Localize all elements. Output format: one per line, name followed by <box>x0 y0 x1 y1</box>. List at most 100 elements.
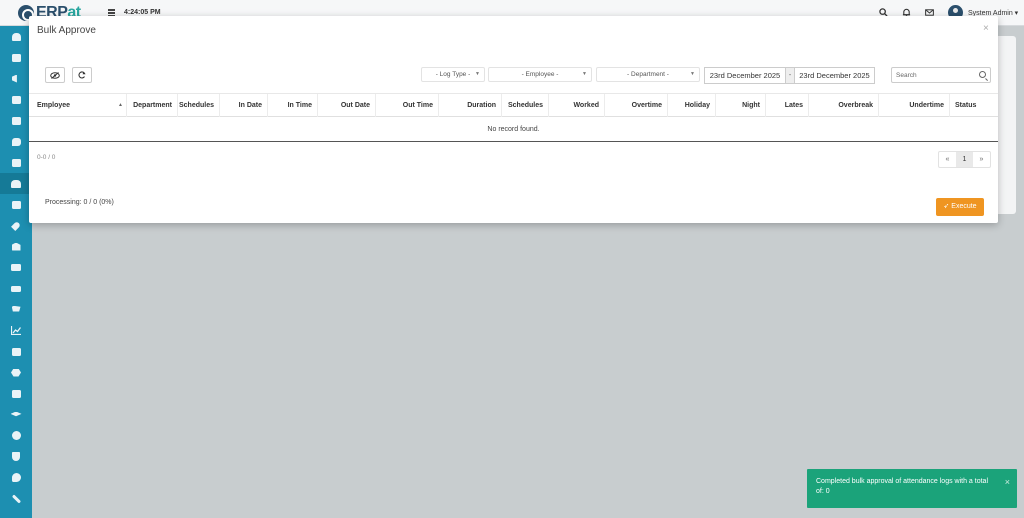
chevron-down-icon: ▼ <box>582 71 587 77</box>
sidebar-item-cubes[interactable] <box>0 362 32 383</box>
column-header-worked[interactable]: Worked <box>549 94 605 117</box>
date-range-separator: - <box>786 67 794 84</box>
sidebar-item-settings[interactable] <box>0 488 32 509</box>
sidebar-item-dashboard[interactable] <box>0 26 32 47</box>
pagination: « 1 » <box>938 151 991 168</box>
lifebuoy-icon <box>11 431 21 440</box>
sidebar-item-bank[interactable] <box>0 236 32 257</box>
sidebar-item-cart[interactable] <box>0 299 32 320</box>
toggle-visibility-button[interactable] <box>45 67 65 83</box>
sidebar-item-security[interactable] <box>0 446 32 467</box>
bulk-approve-modal: Bulk Approve × - Log Type - ▼ - Employee… <box>29 16 998 223</box>
megaphone-icon <box>11 74 17 83</box>
close-icon[interactable]: × <box>1005 477 1010 487</box>
sidebar-item-announcements[interactable] <box>0 68 32 89</box>
cart-icon <box>11 305 21 312</box>
column-header-employee[interactable]: Employee ▲ <box>29 94 127 117</box>
chevron-down-icon: ▼ <box>475 71 480 77</box>
list-icon <box>11 389 21 398</box>
sidebar-item-rocket[interactable] <box>0 215 32 236</box>
sidebar-item-list[interactable] <box>0 383 32 404</box>
column-header-overtime[interactable]: Overtime <box>605 94 668 117</box>
clock: 4:24:05 PM <box>124 9 161 16</box>
column-header-night[interactable]: Night <box>716 94 766 117</box>
column-label: Employee <box>37 102 71 109</box>
log-type-select[interactable]: - Log Type - ▼ <box>421 67 485 82</box>
date-from-input[interactable]: 23rd December 2025 <box>704 67 786 84</box>
sidebar-item-chart[interactable] <box>0 320 32 341</box>
modal-title: Bulk Approve <box>37 25 96 36</box>
chevron-down-icon: ▼ <box>690 71 695 77</box>
execute-button[interactable]: ➶ Execute <box>936 198 984 216</box>
column-header-duration[interactable]: Duration <box>439 94 502 117</box>
column-header-in-time[interactable]: In Time <box>268 94 318 117</box>
sidebar-item-support[interactable] <box>0 425 32 446</box>
money-icon <box>11 264 21 271</box>
chart-icon <box>11 326 21 335</box>
hamburger-icon[interactable] <box>108 9 115 17</box>
column-header-holiday[interactable]: Holiday <box>668 94 716 117</box>
bank-icon <box>11 242 21 251</box>
table-header: Employee ▲ Department Schedules In Date I… <box>29 93 998 117</box>
chat-icon <box>11 137 21 146</box>
column-header-schedules-2[interactable]: Schedules <box>502 94 549 117</box>
search-input[interactable] <box>896 68 976 82</box>
id-card-icon <box>11 53 21 62</box>
graduation-icon <box>10 411 22 417</box>
column-header-out-date[interactable]: Out Date <box>318 94 376 117</box>
department-select[interactable]: - Department - ▼ <box>596 67 700 82</box>
employee-select[interactable]: - Employee - ▼ <box>488 67 592 82</box>
date-to-input[interactable]: 23rd December 2025 <box>794 67 875 84</box>
department-label: - Department - <box>627 71 669 78</box>
sidebar-item-calendar[interactable] <box>0 89 32 110</box>
shield-icon <box>12 452 20 461</box>
prev-page-button[interactable]: « <box>939 152 956 167</box>
briefcase-icon <box>11 200 21 209</box>
column-header-overbreak[interactable]: Overbreak <box>809 94 879 117</box>
column-header-in-date[interactable]: In Date <box>220 94 268 117</box>
page-button-1[interactable]: 1 <box>956 152 973 167</box>
rocket-icon: ➶ <box>943 203 950 210</box>
toast-message: Completed bulk approval of attendance lo… <box>816 478 988 495</box>
sidebar-item-training[interactable] <box>0 404 32 425</box>
refresh-icon <box>78 71 86 79</box>
column-header-out-time[interactable]: Out Time <box>376 94 439 117</box>
sidebar-item-users[interactable] <box>0 173 32 194</box>
edit-icon <box>11 347 21 356</box>
column-header-schedules[interactable]: Schedules <box>178 94 220 117</box>
column-header-undertime[interactable]: Undertime <box>879 94 950 117</box>
sort-asc-icon: ▲ <box>118 102 123 108</box>
sidebar-item-briefcase[interactable] <box>0 194 32 215</box>
empty-message: No record found. <box>29 117 998 142</box>
sidebar-item-chat[interactable] <box>0 131 32 152</box>
search-icon[interactable] <box>979 71 986 78</box>
sidebar-item-theme[interactable] <box>0 467 32 488</box>
calendar-icon <box>11 95 21 104</box>
column-header-department[interactable]: Department <box>127 94 178 117</box>
processing-status: Processing: 0 / 0 (0%) <box>45 199 114 206</box>
column-header-status[interactable]: Status <box>950 94 998 117</box>
refresh-button[interactable] <box>72 67 92 83</box>
rocket-icon <box>11 220 21 231</box>
close-icon[interactable]: × <box>983 23 989 34</box>
checklist-icon <box>11 116 21 125</box>
palette-icon <box>11 473 21 482</box>
sidebar <box>0 26 32 518</box>
truck-icon <box>11 285 21 292</box>
execute-label: Execute <box>951 203 977 210</box>
search-field[interactable] <box>891 67 991 83</box>
sidebar-item-checklist[interactable] <box>0 110 32 131</box>
sidebar-item-truck[interactable] <box>0 278 32 299</box>
sidebar-item-edit[interactable] <box>0 341 32 362</box>
dashboard-icon <box>11 32 21 41</box>
sidebar-item-money[interactable] <box>0 257 32 278</box>
pager-info: 0-0 / 0 <box>37 154 56 161</box>
success-toast: Completed bulk approval of attendance lo… <box>807 469 1017 508</box>
next-page-button[interactable]: » <box>973 152 990 167</box>
column-header-lates[interactable]: Lates <box>766 94 809 117</box>
sidebar-item-mail[interactable] <box>0 152 32 173</box>
log-type-label: - Log Type - <box>435 71 471 78</box>
eye-slash-icon <box>50 71 60 79</box>
employee-label: - Employee - <box>521 71 559 78</box>
sidebar-item-id-card[interactable] <box>0 47 32 68</box>
